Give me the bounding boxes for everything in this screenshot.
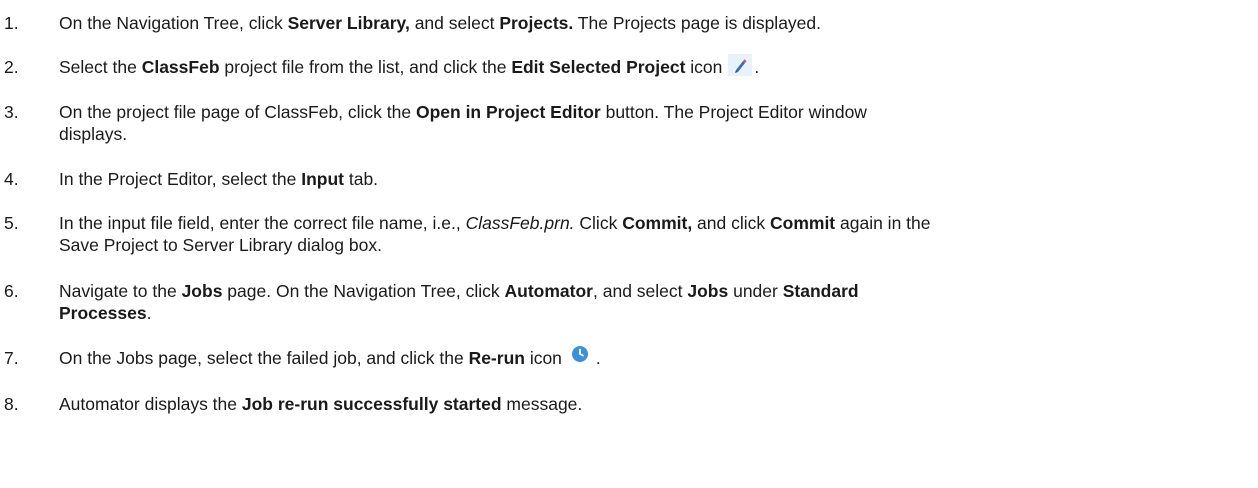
- step-text-run: In the input file field, enter the corre…: [59, 213, 466, 233]
- step-bold-text: Processes: [59, 303, 147, 323]
- step-bold-text: Projects.: [499, 13, 574, 33]
- step-text-run: On the project file page of ClassFeb, cl…: [59, 102, 416, 122]
- step-number: 3.: [4, 102, 19, 122]
- step-text-run: icon: [524, 348, 562, 368]
- step-text-run: The Projects page is displayed.: [573, 13, 821, 33]
- step-text: On the Navigation Tree, click Server Lib…: [59, 12, 1254, 34]
- step-number: 6.: [4, 281, 19, 301]
- step-text-run: Navigate to the: [59, 281, 182, 301]
- step-text-run: displays.: [59, 124, 128, 144]
- step-text-run: .: [595, 348, 601, 368]
- step-text: Navigate to the Jobs page. On the Naviga…: [59, 280, 1254, 324]
- step-number: 1.: [4, 13, 19, 33]
- step-bold-text: Commit: [770, 213, 836, 233]
- step-text-run: In the Project Editor, select the: [59, 169, 302, 189]
- step-number: 7.: [4, 348, 19, 368]
- step-text-run: On the Jobs page, select the failed job,…: [59, 348, 469, 368]
- step-text: On the Jobs page, select the failed job,…: [59, 346, 1254, 370]
- step-text: Automator displays the Job re-run succes…: [59, 393, 1254, 415]
- step-text-run: .: [146, 303, 152, 323]
- step-bold-text: Jobs: [687, 281, 729, 301]
- step-text-run: icon: [685, 57, 723, 77]
- step-text-run: , and select: [593, 281, 688, 301]
- step-bold-text: Server Library,: [287, 13, 410, 33]
- step-text-run: and click: [692, 213, 770, 233]
- step-text: In the Project Editor, select the Input …: [59, 168, 1254, 190]
- step-text-run: under: [728, 281, 783, 301]
- step-text-run: page. On the Navigation Tree, click: [222, 281, 505, 301]
- step-bold-text: Automator: [504, 281, 593, 301]
- step-text-run: Automator displays the: [59, 394, 242, 414]
- step-text-run: project file from the list, and click th…: [219, 57, 512, 77]
- step-number: 8.: [4, 394, 19, 414]
- step-bold-text: Jobs: [181, 281, 223, 301]
- step-text: On the project file page of ClassFeb, cl…: [59, 101, 1254, 145]
- step-text-run: tab.: [343, 169, 379, 189]
- step-number: 2.: [4, 57, 19, 77]
- step-text-run: button. The Project Editor window: [600, 102, 867, 122]
- step-text: Select the ClassFeb project file from th…: [59, 54, 1254, 79]
- step-text-run: again in the: [835, 213, 931, 233]
- step-bold-text: Job re-run successfully started: [241, 394, 502, 414]
- step-text-run: Select the: [59, 57, 142, 77]
- step-bold-text: Edit Selected Project: [511, 57, 686, 77]
- step-text-run: and select: [409, 13, 500, 33]
- step-bold-text: Standard: [782, 281, 859, 301]
- clock-icon: [570, 343, 590, 365]
- step-text-run: Save Project to Server Library dialog bo…: [59, 235, 382, 255]
- step-number: 5.: [4, 213, 19, 233]
- step-number: 4.: [4, 169, 19, 189]
- step-bold-text: ClassFeb: [141, 57, 220, 77]
- step-bold-text: Input: [301, 169, 344, 189]
- step-text-run: On the Navigation Tree, click: [59, 13, 288, 33]
- step-text: In the input file field, enter the corre…: [59, 212, 1254, 256]
- step-bold-text: Commit,: [622, 213, 693, 233]
- step-bold-text: Open in Project Editor: [415, 102, 601, 122]
- step-text-run: .: [754, 57, 760, 77]
- step-text-run: Click: [574, 213, 623, 233]
- step-text-run: message.: [501, 394, 583, 414]
- step-bold-text: Re-run: [468, 348, 525, 368]
- step-italic-text: ClassFeb.prn.: [465, 213, 575, 233]
- pencil-icon: [728, 54, 753, 77]
